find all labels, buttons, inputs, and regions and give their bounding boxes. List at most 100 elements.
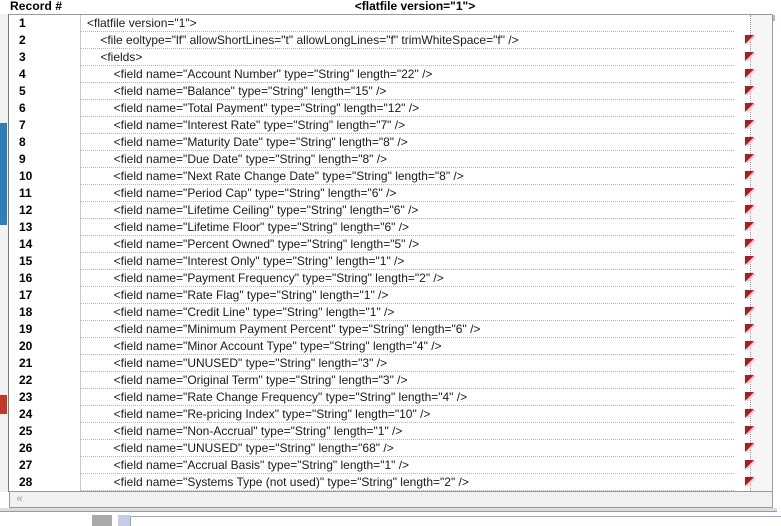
grid-header: Record # <flatfile version="1"> — [0, 0, 781, 14]
row-flag-triangle-icon[interactable] — [745, 273, 754, 282]
table-row[interactable]: 4 <field name="Account Number" type="Str… — [9, 66, 772, 83]
table-row[interactable]: 20 <field name="Minor Account Type" type… — [9, 338, 772, 355]
table-row[interactable]: 16 <field name="Payment Frequency" type=… — [9, 270, 772, 287]
horizontal-scrollbar[interactable]: « — [9, 492, 773, 508]
table-row[interactable]: 18 <field name="Credit Line" type="Strin… — [9, 304, 772, 321]
change-marker-strip[interactable] — [0, 14, 9, 492]
row-flag-triangle-icon[interactable] — [745, 341, 754, 350]
table-row[interactable]: 27 <field name="Accrual Basis" type="Str… — [9, 457, 772, 474]
column-header-record[interactable]: Record # — [10, 0, 74, 13]
table-row[interactable]: 28 <field name="Systems Type (not used)"… — [9, 474, 772, 491]
row-flag-triangle-icon[interactable] — [745, 137, 754, 146]
table-row[interactable]: 19 <field name="Minimum Payment Percent"… — [9, 321, 772, 338]
row-flag-triangle-icon[interactable] — [745, 171, 754, 180]
row-flag-triangle-icon[interactable] — [745, 256, 754, 265]
row-flag-triangle-icon[interactable] — [745, 426, 754, 435]
table-row[interactable]: 15 <field name="Interest Only" type="Str… — [9, 253, 772, 270]
table-row[interactable]: 26 <field name="UNUSED" type="String" le… — [9, 440, 772, 457]
row-number: 23 — [19, 390, 33, 404]
table-row[interactable]: 24 <field name="Re-pricing Index" type="… — [9, 406, 772, 423]
row-content-cell[interactable]: <field name="Re-pricing Index" type="Str… — [80, 406, 734, 423]
table-row[interactable]: 6 <field name="Total Payment" type="Stri… — [9, 100, 772, 117]
row-content-cell[interactable]: <field name="Minimum Payment Percent" ty… — [80, 321, 734, 338]
row-number: 12 — [19, 203, 33, 217]
row-flag-triangle-icon[interactable] — [745, 409, 754, 418]
row-flag-triangle-icon[interactable] — [745, 69, 754, 78]
row-flag-triangle-icon[interactable] — [745, 239, 754, 248]
row-content-cell[interactable]: <field name="Credit Line" type="String" … — [80, 304, 734, 321]
table-row[interactable]: 22 <field name="Original Term" type="Str… — [9, 372, 772, 389]
row-number: 3 — [19, 50, 26, 64]
row-content-cell[interactable]: <field name="Payment Frequency" type="St… — [80, 270, 734, 287]
column-header-title[interactable]: <flatfile version="1"> — [80, 0, 750, 13]
table-row[interactable]: 12 <field name="Lifetime Ceiling" type="… — [9, 202, 772, 219]
row-flag-triangle-icon[interactable] — [745, 222, 754, 231]
row-flag-triangle-icon[interactable] — [745, 52, 754, 61]
blue-change-marker[interactable] — [0, 123, 7, 225]
table-row[interactable]: 23 <field name="Rate Change Frequency" t… — [9, 389, 772, 406]
table-row[interactable]: 10 <field name="Next Rate Change Date" t… — [9, 168, 772, 185]
table-row[interactable]: 5 <field name="Balance" type="String" le… — [9, 83, 772, 100]
row-xml-text: <field name="Period Cap" type="String" l… — [87, 186, 397, 200]
row-content-cell[interactable]: <field name="Minor Account Type" type="S… — [80, 338, 734, 355]
row-content-cell[interactable]: <field name="Percent Owned" type="String… — [80, 236, 734, 253]
row-flag-triangle-icon[interactable] — [745, 358, 754, 367]
row-content-cell[interactable]: <field name="Maturity Date" type="String… — [80, 134, 734, 151]
table-row[interactable]: 1 <flatfile version="1"> — [9, 15, 772, 32]
row-flag-triangle-icon[interactable] — [745, 324, 754, 333]
row-flag-triangle-icon[interactable] — [745, 154, 754, 163]
row-content-cell[interactable]: <field name="Lifetime Ceiling" type="Str… — [80, 202, 734, 219]
row-flag-triangle-icon[interactable] — [745, 392, 754, 401]
row-content-cell[interactable]: <field name="UNUSED" type="String" lengt… — [80, 355, 734, 372]
row-content-cell[interactable]: <field name="Due Date" type="String" len… — [80, 151, 734, 168]
row-content-cell[interactable]: <field name="Systems Type (not used)" ty… — [80, 474, 734, 491]
row-flag-triangle-icon[interactable] — [745, 460, 754, 469]
table-row[interactable]: 8 <field name="Maturity Date" type="Stri… — [9, 134, 772, 151]
row-content-cell[interactable]: <fields> — [80, 49, 734, 66]
row-flag-triangle-icon[interactable] — [745, 86, 754, 95]
scroll-left-icon[interactable]: « — [14, 494, 25, 505]
row-content-cell[interactable]: <field name="Next Rate Change Date" type… — [80, 168, 734, 185]
row-number: 19 — [19, 322, 33, 336]
row-flag-triangle-icon[interactable] — [745, 103, 754, 112]
table-row[interactable]: 14 <field name="Percent Owned" type="Str… — [9, 236, 772, 253]
table-row[interactable]: 3 <fields> — [9, 49, 772, 66]
table-row[interactable]: 2 <file eoltype="lf" allowShortLines="t"… — [9, 32, 772, 49]
row-content-cell[interactable]: <field name="Balance" type="String" leng… — [80, 83, 734, 100]
table-row[interactable]: 9 <field name="Due Date" type="String" l… — [9, 151, 772, 168]
row-content-cell[interactable]: <field name="Account Number" type="Strin… — [80, 66, 734, 83]
row-flag-triangle-icon[interactable] — [745, 188, 754, 197]
row-content-cell[interactable]: <field name="UNUSED" type="String" lengt… — [80, 440, 734, 457]
row-content-cell[interactable]: <field name="Rate Change Frequency" type… — [80, 389, 734, 406]
row-flag-triangle-icon[interactable] — [745, 35, 754, 44]
row-content-cell[interactable]: <field name="Interest Only" type="String… — [80, 253, 734, 270]
table-row[interactable]: 21 <field name="UNUSED" type="String" le… — [9, 355, 772, 372]
row-flag-triangle-icon[interactable] — [745, 205, 754, 214]
red-change-marker[interactable] — [0, 395, 7, 414]
row-content-cell[interactable]: <field name="Original Term" type="String… — [80, 372, 734, 389]
row-content-cell[interactable]: <field name="Rate Flag" type="String" le… — [80, 287, 734, 304]
row-flag-triangle-icon[interactable] — [745, 307, 754, 316]
table-row[interactable]: 13 <field name="Lifetime Floor" type="St… — [9, 219, 772, 236]
table-row[interactable]: 17 <field name="Rate Flag" type="String"… — [9, 287, 772, 304]
row-content-cell[interactable]: <field name="Non-Accrual" type="String" … — [80, 423, 734, 440]
row-flag-triangle-icon[interactable] — [745, 120, 754, 129]
row-flag-triangle-icon[interactable] — [745, 290, 754, 299]
table-row[interactable]: 11 <field name="Period Cap" type="String… — [9, 185, 772, 202]
row-flag-triangle-icon[interactable] — [745, 477, 754, 486]
row-number: 18 — [19, 305, 33, 319]
table-row[interactable]: 25 <field name="Non-Accrual" type="Strin… — [9, 423, 772, 440]
row-flag-triangle-icon[interactable] — [745, 443, 754, 452]
row-content-cell[interactable]: <field name="Period Cap" type="String" l… — [80, 185, 734, 202]
row-content-cell[interactable]: <field name="Lifetime Floor" type="Strin… — [80, 219, 734, 236]
row-number: 16 — [19, 271, 33, 285]
row-content-cell[interactable]: <flatfile version="1"> — [80, 15, 734, 32]
row-content-cell[interactable]: <file eoltype="lf" allowShortLines="t" a… — [80, 32, 734, 49]
row-flag-triangle-icon[interactable] — [745, 375, 754, 384]
row-content-cell[interactable]: <field name="Accrual Basis" type="String… — [80, 457, 734, 474]
row-xml-text: <field name="Balance" type="String" leng… — [87, 84, 387, 98]
row-content-cell[interactable]: <field name="Interest Rate" type="String… — [80, 117, 734, 134]
row-content-cell[interactable]: <field name="Total Payment" type="String… — [80, 100, 734, 117]
row-xml-text: <field name="Re-pricing Index" type="Str… — [87, 407, 431, 421]
table-row[interactable]: 7 <field name="Interest Rate" type="Stri… — [9, 117, 772, 134]
